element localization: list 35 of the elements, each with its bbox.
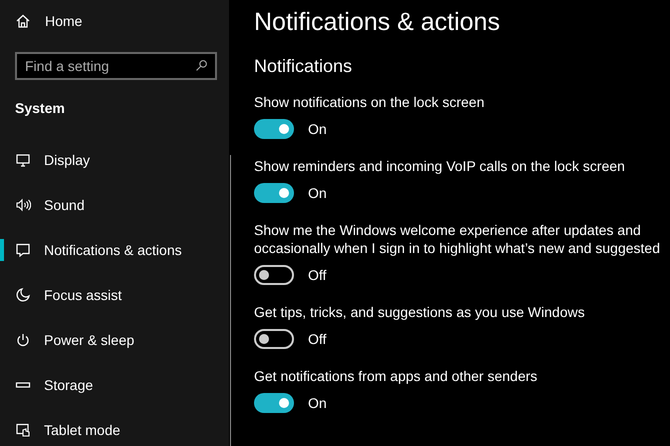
tablet-icon [15, 422, 31, 438]
section-heading: Notifications [254, 56, 354, 77]
toggle-switch[interactable] [254, 265, 294, 285]
search-icon [195, 59, 208, 72]
toggle-state: Off [308, 267, 326, 283]
search-field[interactable]: Find a setting [15, 52, 217, 80]
page-title: Notifications & actions [254, 7, 501, 38]
setting-label: Get tips, tricks, and suggestions as you use Windows [254, 303, 586, 321]
speaker-icon [15, 197, 31, 213]
toggle-switch[interactable] [254, 119, 294, 139]
sidebar-item[interactable]: Storage [0, 374, 229, 396]
monitor-icon [15, 152, 31, 168]
toggle-state: On [308, 185, 327, 201]
toggle-switch[interactable] [254, 393, 294, 413]
toggle-switch[interactable] [254, 329, 294, 349]
section-heading: System [15, 100, 66, 116]
setting-label: Show reminders and incoming VoIP calls on the lock screen [254, 157, 626, 175]
power-icon [15, 332, 31, 348]
home-icon [15, 13, 31, 29]
sidebar-item[interactable]: Focus assist [0, 284, 229, 306]
toggle-state: Off [308, 331, 326, 347]
sidebar-item[interactable]: Display [0, 149, 229, 171]
sidebar-item[interactable]: Power & sleep [0, 329, 229, 351]
home-link[interactable]: Home [0, 10, 229, 32]
setting-label: Get notifications from apps and other senders [254, 367, 538, 385]
toggle-state: On [308, 395, 327, 411]
scrollbar[interactable] [230, 155, 231, 446]
setting-label: Show notifications on the lock screen [254, 93, 486, 111]
toggle-state: On [308, 121, 327, 137]
speech-bubble-icon [15, 242, 31, 258]
setting-label: Show me the Windows welcome experience after updates and occasionally when I sign in to highlight what’s new and suggested [254, 221, 661, 257]
sidebar-item[interactable]: Sound [0, 194, 229, 216]
sidebar-item[interactable]: Tablet mode [0, 419, 229, 441]
toggle-switch[interactable] [254, 183, 294, 203]
moon-icon [15, 287, 31, 303]
